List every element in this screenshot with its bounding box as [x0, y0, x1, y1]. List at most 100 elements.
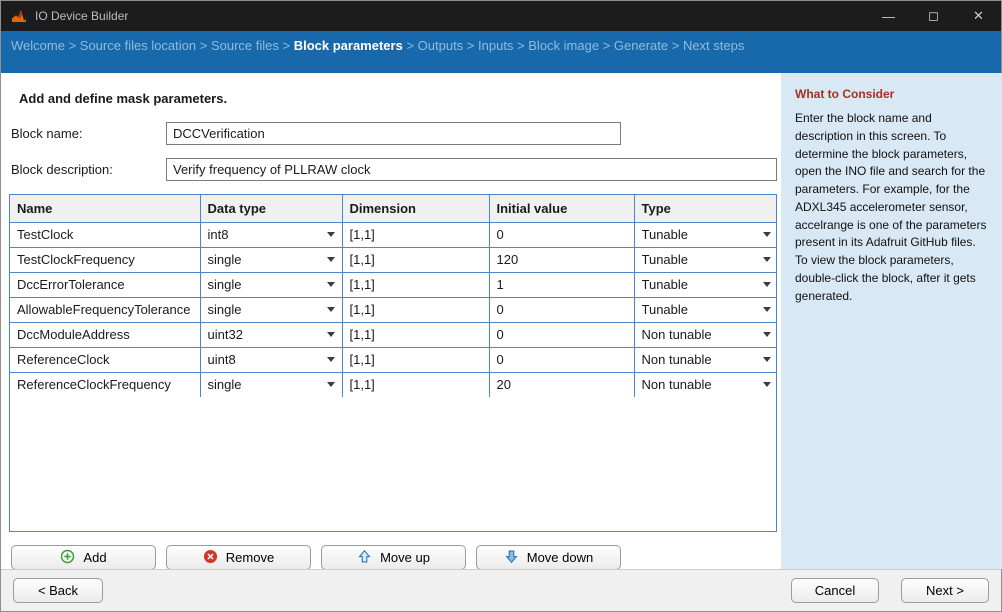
cell-dimension[interactable]: [1,1]	[342, 372, 489, 397]
add-button[interactable]: Add	[11, 545, 156, 570]
cell-dimension[interactable]: [1,1]	[342, 272, 489, 297]
breadcrumb-separator: >	[668, 38, 683, 53]
block-name-input[interactable]	[166, 122, 621, 145]
breadcrumb-item-source-files-location[interactable]: Source files location	[80, 38, 196, 53]
chevron-down-icon[interactable]	[327, 357, 335, 362]
chevron-down-icon[interactable]	[327, 307, 335, 312]
column-header-type[interactable]: Type	[634, 195, 777, 222]
window-title: IO Device Builder	[35, 9, 128, 23]
cell-dimension[interactable]: [1,1]	[342, 322, 489, 347]
type-dropdown[interactable]: Tunable	[634, 247, 777, 272]
cell-dimension[interactable]: [1,1]	[342, 347, 489, 372]
page-title: Add and define mask parameters.	[19, 91, 777, 106]
data-type-dropdown-value: single	[208, 277, 323, 292]
breadcrumb-item-next-steps[interactable]: Next steps	[683, 38, 744, 53]
sidebar-body-text: Enter the block name and description in …	[795, 110, 989, 305]
cell-dimension[interactable]: [1,1]	[342, 297, 489, 322]
type-dropdown[interactable]: Non tunable	[634, 372, 777, 397]
chevron-down-icon[interactable]	[763, 257, 771, 262]
block-description-input[interactable]	[166, 158, 777, 181]
move-up-button-label: Move up	[380, 550, 430, 565]
back-button[interactable]: < Back	[13, 578, 103, 603]
cell-dimension[interactable]: [1,1]	[342, 247, 489, 272]
cancel-button[interactable]: Cancel	[791, 578, 879, 603]
cell-name[interactable]: DccModuleAddress	[10, 322, 200, 347]
data-type-dropdown[interactable]: single	[200, 272, 342, 297]
breadcrumb-item-generate[interactable]: Generate	[614, 38, 668, 53]
cell-dimension[interactable]: [1,1]	[342, 222, 489, 247]
chevron-down-icon[interactable]	[763, 357, 771, 362]
chevron-down-icon[interactable]	[327, 332, 335, 337]
table-row[interactable]: DccErrorTolerance single [1,1]1Tunable	[10, 272, 777, 297]
data-type-dropdown[interactable]: int8	[200, 222, 342, 247]
type-dropdown[interactable]: Non tunable	[634, 347, 777, 372]
cell-initial-value[interactable]: 0	[489, 297, 634, 322]
add-button-label: Add	[83, 550, 106, 565]
block-name-label: Block name:	[11, 126, 166, 141]
type-dropdown[interactable]: Tunable	[634, 222, 777, 247]
cell-initial-value[interactable]: 0	[489, 347, 634, 372]
column-header-dimension[interactable]: Dimension	[342, 195, 489, 222]
cell-initial-value[interactable]: 20	[489, 372, 634, 397]
data-type-dropdown[interactable]: uint8	[200, 347, 342, 372]
chevron-down-icon[interactable]	[327, 232, 335, 237]
cell-name[interactable]: AllowableFrequencyTolerance	[10, 297, 200, 322]
column-header-initial-value[interactable]: Initial value	[489, 195, 634, 222]
data-type-dropdown[interactable]: single	[200, 247, 342, 272]
table-row[interactable]: TestClockint8[1,1]0Tunable	[10, 222, 777, 247]
data-type-dropdown[interactable]: single	[200, 372, 342, 397]
minimize-button[interactable]: —	[866, 1, 911, 31]
cell-initial-value[interactable]: 0	[489, 222, 634, 247]
chevron-down-icon[interactable]	[327, 257, 335, 262]
cell-initial-value[interactable]: 120	[489, 247, 634, 272]
move-down-icon	[504, 549, 519, 567]
column-header-data-type[interactable]: Data type	[200, 195, 342, 222]
breadcrumb-item-inputs[interactable]: Inputs	[478, 38, 513, 53]
maximize-button[interactable]: ◻	[911, 1, 956, 31]
breadcrumb-item-block-image[interactable]: Block image	[528, 38, 599, 53]
breadcrumb-item-welcome[interactable]: Welcome	[11, 38, 65, 53]
titlebar: IO Device Builder — ◻ ✕	[1, 1, 1001, 31]
chevron-down-icon[interactable]	[327, 382, 335, 387]
table-row[interactable]: ReferenceClockFrequencysingle[1,1]20 Non …	[10, 372, 777, 397]
breadcrumb-separator: >	[403, 38, 418, 53]
chevron-down-icon[interactable]	[763, 232, 771, 237]
block-description-row: Block description:	[11, 158, 777, 181]
breadcrumb-item-source-files[interactable]: Source files	[211, 38, 279, 53]
move-up-button[interactable]: Move up	[321, 545, 466, 570]
close-button[interactable]: ✕	[956, 1, 1001, 31]
remove-button[interactable]: Remove	[166, 545, 311, 570]
type-dropdown[interactable]: Tunable	[634, 272, 777, 297]
type-dropdown[interactable]: Tunable	[634, 297, 777, 322]
data-type-dropdown-value: single	[208, 302, 323, 317]
type-dropdown-value: Tunable	[642, 302, 760, 317]
cell-name[interactable]: TestClock	[10, 222, 200, 247]
chevron-down-icon[interactable]	[763, 332, 771, 337]
cell-initial-value[interactable]: 1	[489, 272, 634, 297]
cell-name[interactable]: TestClockFrequency	[10, 247, 200, 272]
data-type-dropdown[interactable]: single	[200, 297, 342, 322]
cell-name[interactable]: DccErrorTolerance	[10, 272, 200, 297]
io-device-builder-window: IO Device Builder — ◻ ✕ Welcome > Source…	[0, 0, 1002, 612]
chevron-down-icon[interactable]	[763, 282, 771, 287]
table-row[interactable]: ReferenceClockuint8[1,1]0Non tunable	[10, 347, 777, 372]
table-row[interactable]: TestClockFrequencysingle[1,1]120Tunable	[10, 247, 777, 272]
breadcrumb-separator: >	[599, 38, 614, 53]
cell-name[interactable]: ReferenceClock	[10, 347, 200, 372]
data-type-dropdown[interactable]: uint32	[200, 322, 342, 347]
next-button[interactable]: Next >	[901, 578, 989, 603]
chevron-down-icon[interactable]	[763, 307, 771, 312]
breadcrumb-item-outputs[interactable]: Outputs	[418, 38, 464, 53]
breadcrumb-item-block-parameters[interactable]: Block parameters	[294, 38, 403, 53]
type-dropdown[interactable]: Non tunable	[634, 322, 777, 347]
cell-initial-value[interactable]: 0	[489, 322, 634, 347]
move-down-button[interactable]: Move down	[476, 545, 621, 570]
table-row[interactable]: DccModuleAddressuint32[1,1]0Non tunable	[10, 322, 777, 347]
chevron-down-icon[interactable]	[763, 382, 771, 387]
parameters-table-container: Name Data type Dimension Initial value T…	[9, 194, 777, 532]
chevron-down-icon[interactable]	[327, 282, 335, 287]
column-header-name[interactable]: Name	[10, 195, 200, 222]
cell-name[interactable]: ReferenceClockFrequency	[10, 372, 200, 397]
type-dropdown-value: Non tunable	[642, 377, 760, 392]
table-row[interactable]: AllowableFrequencyTolerance single [1,1]0T…	[10, 297, 777, 322]
